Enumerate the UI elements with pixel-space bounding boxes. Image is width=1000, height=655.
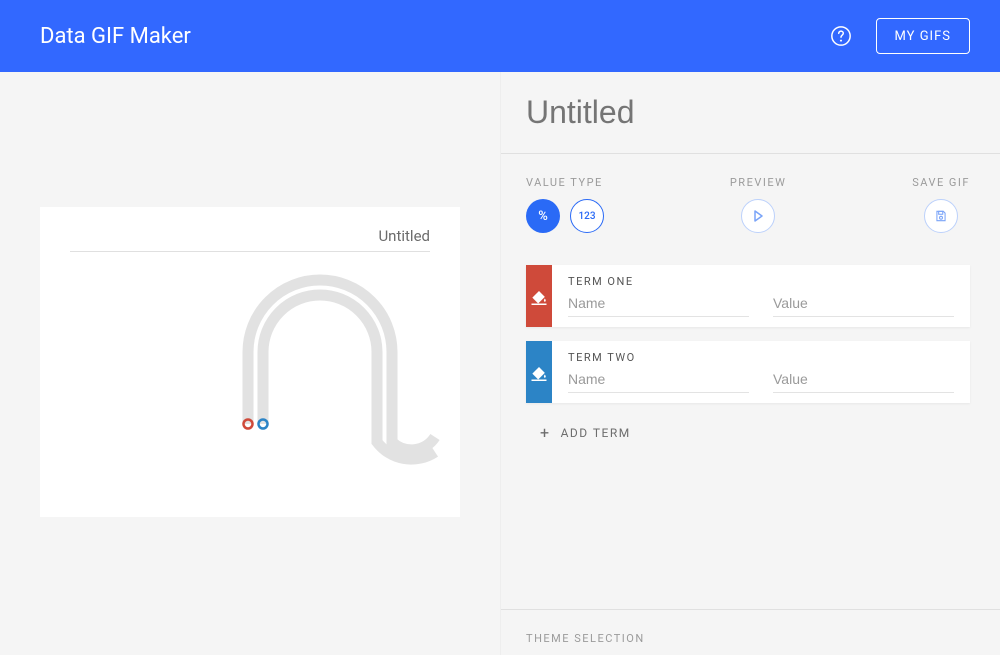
edit-panel: VALUE TYPE % 123 PREVIEW: [500, 72, 1000, 655]
value-type-label: VALUE TYPE: [526, 176, 603, 189]
percent-icon: %: [538, 209, 548, 224]
my-gifs-button[interactable]: MY GIFS: [876, 18, 971, 54]
help-button[interactable]: [828, 23, 854, 49]
preview-label: PREVIEW: [730, 176, 786, 189]
theme-selection-header: THEME SELECTION: [501, 609, 1000, 655]
save-icon: [934, 209, 948, 223]
play-icon: [752, 210, 764, 222]
value-type-number-button[interactable]: 123: [570, 199, 604, 233]
term-value-input[interactable]: [773, 368, 954, 393]
app-header: Data GIF Maker MY GIFS: [0, 0, 1000, 72]
preview-play-button[interactable]: [741, 199, 775, 233]
preview-panel: Untitled: [0, 72, 500, 655]
number-icon: 123: [578, 211, 595, 222]
term-row: TERM ONE: [526, 265, 970, 327]
preview-card: Untitled: [40, 207, 460, 517]
term-color-swatch[interactable]: [526, 265, 552, 327]
save-gif-button[interactable]: [924, 199, 958, 233]
paint-bucket-icon: [529, 286, 549, 306]
app-title: Data GIF Maker: [40, 24, 828, 49]
plus-icon: +: [540, 425, 551, 441]
help-icon: [830, 25, 852, 47]
terms-list: TERM ONE TERM TWO: [501, 253, 1000, 457]
term-value-input[interactable]: [773, 292, 954, 317]
add-term-label: ADD TERM: [561, 426, 631, 440]
racetrack-preview-icon: [40, 262, 460, 502]
save-gif-label: SAVE GIF: [912, 176, 970, 189]
term-label: TERM ONE: [568, 275, 954, 288]
paint-bucket-icon: [529, 362, 549, 382]
preview-title: Untitled: [378, 227, 430, 245]
my-gifs-label: MY GIFS: [895, 29, 952, 44]
value-type-percent-button[interactable]: %: [526, 199, 560, 233]
term-color-swatch[interactable]: [526, 341, 552, 403]
gif-title-input[interactable]: [526, 94, 1000, 131]
toolbar: VALUE TYPE % 123 PREVIEW: [501, 154, 1000, 253]
theme-selection-label: THEME SELECTION: [526, 632, 645, 645]
term-label: TERM TWO: [568, 351, 954, 364]
term-row: TERM TWO: [526, 341, 970, 403]
add-term-button[interactable]: + ADD TERM: [526, 417, 970, 457]
term-name-input[interactable]: [568, 292, 749, 317]
term-name-input[interactable]: [568, 368, 749, 393]
